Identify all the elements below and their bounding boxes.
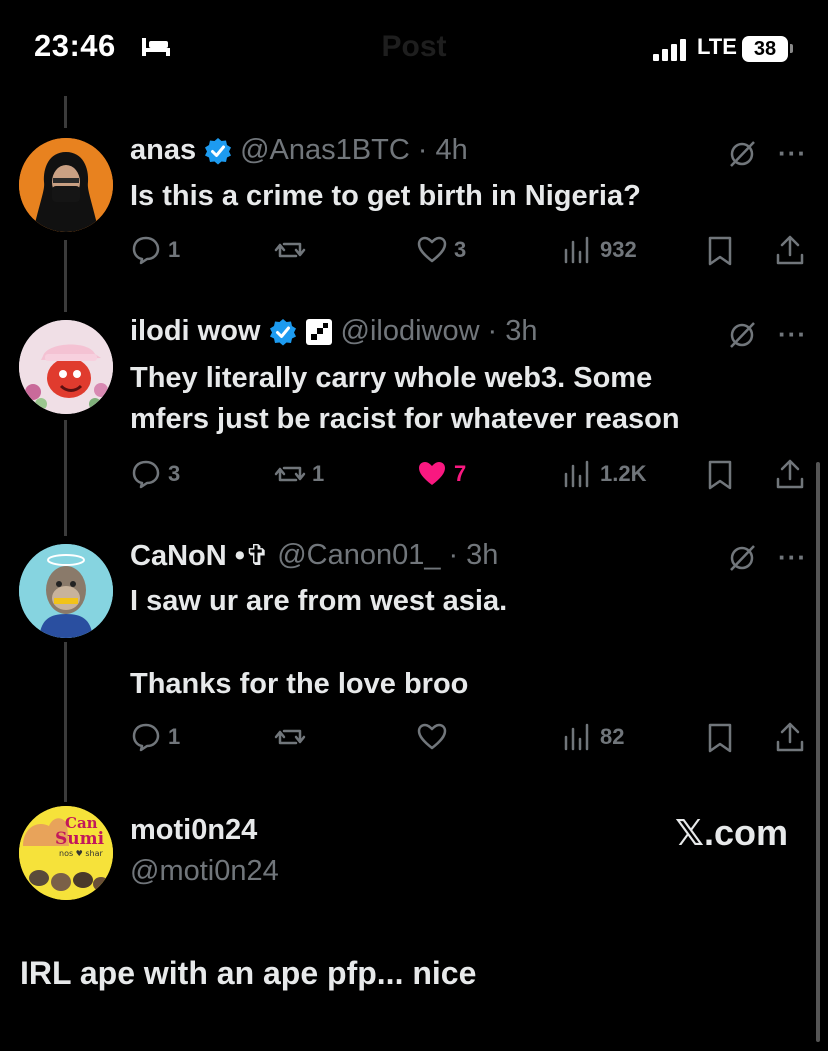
- thread-line: [64, 96, 67, 128]
- x-logo-watermark: 𝕏.com: [674, 812, 788, 853]
- repost-icon: [274, 242, 306, 258]
- views-chart-icon: [564, 460, 589, 488]
- dot-separator: ·: [487, 315, 498, 347]
- like-button[interactable]: [416, 721, 454, 753]
- like-count: 3: [454, 237, 467, 262]
- views-button[interactable]: 82: [562, 721, 624, 753]
- reply-button[interactable]: 1: [130, 721, 180, 753]
- svg-text:Sumi: Sumi: [55, 829, 105, 849]
- tweet-header: anas @Anas1BTC · 4h: [130, 134, 468, 167]
- repost-icon: [274, 729, 306, 745]
- reply-button[interactable]: 3: [130, 458, 180, 490]
- tweet-header: CaNoN •✞ @Canon01_ · 3h: [130, 538, 498, 573]
- tweet-header: ilodi wow @ilodiwow · 3h: [130, 315, 537, 348]
- tweet-text-line: mfers just be racist for whatever reason: [130, 403, 680, 435]
- battery-indicator: 38: [742, 36, 788, 62]
- avatar[interactable]: [19, 320, 113, 414]
- verified-badge-icon: [269, 318, 296, 345]
- reply-icon: [132, 723, 160, 752]
- author-name[interactable]: CaNoN •✞: [130, 538, 269, 573]
- more-options-icon[interactable]: ···: [778, 319, 807, 350]
- views-button[interactable]: 1.2K: [562, 458, 646, 490]
- share-icon[interactable]: [774, 233, 806, 267]
- cellular-signal-icon: [653, 39, 686, 61]
- affiliate-badge-icon: [305, 318, 332, 345]
- cartoon-character-avatar: [19, 320, 113, 414]
- scrollbar[interactable]: [816, 462, 820, 1042]
- heart-filled-icon: [419, 462, 445, 485]
- view-count: 932: [600, 237, 637, 262]
- thread-line: [64, 420, 67, 536]
- share-icon[interactable]: [774, 457, 806, 491]
- more-options-icon[interactable]: ···: [778, 542, 807, 573]
- reply-count: 1: [168, 724, 181, 749]
- repost-count: 1: [312, 461, 325, 486]
- repost-button[interactable]: [274, 234, 312, 266]
- like-button[interactable]: 3: [416, 234, 466, 266]
- avatar[interactable]: [19, 138, 113, 232]
- avatar[interactable]: [19, 544, 113, 638]
- svg-text:nos ♥ shar: nos ♥ shar: [59, 849, 104, 858]
- reply-count: 3: [168, 461, 181, 486]
- more-options-icon[interactable]: ···: [778, 138, 807, 169]
- battery-tip: [790, 44, 793, 53]
- author-name[interactable]: anas: [130, 134, 196, 167]
- author-handle[interactable]: @Anas1BTC: [240, 134, 410, 167]
- author-handle[interactable]: @moti0n24: [130, 855, 279, 888]
- dot-separator: ·: [448, 539, 459, 571]
- repost-icon: [274, 466, 306, 482]
- tweet-time: 4h: [435, 134, 468, 166]
- grok-icon[interactable]: [727, 543, 757, 573]
- tweet-text-line: They literally carry whole web3. Some: [130, 362, 653, 394]
- avatar[interactable]: Can Sumi nos ♥ shar: [19, 806, 113, 900]
- tweet-text-line: Thanks for the love broo: [130, 668, 469, 700]
- tweet-time: 3h: [505, 315, 538, 347]
- author-handle[interactable]: @ilodiwow: [341, 315, 480, 348]
- view-count: 1.2K: [600, 461, 647, 486]
- heart-icon: [417, 236, 447, 263]
- views-chart-icon: [564, 236, 589, 264]
- like-button[interactable]: 7: [416, 458, 466, 490]
- brand-logo-avatar: Can Sumi nos ♥ shar: [19, 806, 113, 900]
- reply-count: 1: [168, 237, 181, 262]
- thread-line: [64, 642, 67, 802]
- dot-separator: ·: [417, 134, 428, 166]
- reply-button[interactable]: 1: [130, 234, 180, 266]
- network-type: LTE: [697, 34, 737, 59]
- views-button[interactable]: 932: [562, 234, 637, 266]
- grok-icon[interactable]: [727, 139, 757, 169]
- tweet-time: 3h: [466, 539, 499, 571]
- repost-button[interactable]: 1: [274, 458, 324, 490]
- hooded-figure-avatar: [19, 138, 113, 232]
- reply-icon: [132, 460, 160, 489]
- heart-icon: [417, 723, 447, 750]
- author-handle[interactable]: @Canon01_: [277, 539, 440, 572]
- author-name[interactable]: moti0n24: [130, 814, 257, 847]
- share-icon[interactable]: [774, 720, 806, 754]
- bookmark-icon[interactable]: [705, 459, 735, 491]
- grok-icon[interactable]: [727, 320, 757, 350]
- tweet-text-line: I saw ur are from west asia.: [130, 585, 508, 617]
- thread-line: [64, 240, 67, 312]
- repost-button[interactable]: [274, 721, 312, 753]
- bookmark-icon[interactable]: [705, 235, 735, 267]
- tweet-text: Is this a crime to get birth in Nigeria?: [130, 180, 641, 212]
- reply-icon: [132, 236, 160, 265]
- bookmark-icon[interactable]: [705, 722, 735, 754]
- reply-text: IRL ape with an ape pfp... nice: [20, 955, 477, 991]
- views-chart-icon: [564, 723, 589, 751]
- author-name[interactable]: ilodi wow: [130, 315, 261, 348]
- view-count: 82: [600, 724, 625, 749]
- bored-ape-avatar: [19, 544, 113, 638]
- verified-badge-icon: [205, 137, 232, 164]
- like-count: 7: [454, 461, 467, 486]
